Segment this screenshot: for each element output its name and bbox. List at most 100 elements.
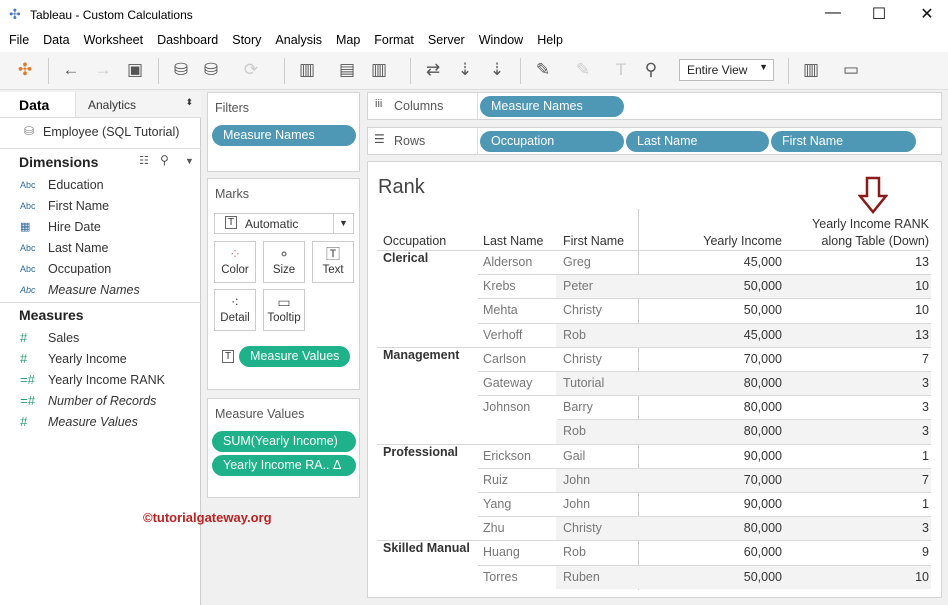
menu-bar: File Data Worksheet Dashboard Story Anal…	[0, 30, 948, 52]
field-item[interactable]: # Sales	[20, 327, 79, 348]
measures-title: Measures	[19, 307, 84, 323]
header-rank-line1: Yearly Income RANK	[812, 217, 929, 231]
pin-icon[interactable]: ⚲	[640, 60, 662, 80]
annotate-icon[interactable]: ✎	[572, 60, 594, 80]
menu-data[interactable]: Data	[43, 30, 69, 52]
presentation-mode-icon[interactable]: ▭	[840, 60, 862, 80]
measure-pill-sum-yearly-income[interactable]: SUM(Yearly Income)	[212, 431, 356, 452]
cell-occupation	[383, 512, 483, 536]
tableau-home-icon[interactable]: ✣	[14, 60, 36, 80]
rows-icon: ☰	[374, 132, 385, 146]
color-button[interactable]: ⁘ Color	[214, 241, 256, 283]
button-label: Text	[322, 264, 344, 276]
refresh-icon[interactable]: ⟳	[240, 60, 262, 80]
cell-last-name: Ruiz	[483, 472, 509, 487]
field-item[interactable]: ▦ Hire Date	[20, 216, 101, 237]
cell-occupation	[383, 319, 483, 343]
field-label: Number of Records	[48, 393, 157, 408]
menu-map[interactable]: Map	[336, 30, 360, 52]
row-pill-last-name[interactable]: Last Name	[626, 131, 769, 152]
redo-icon[interactable]: →	[92, 60, 114, 80]
cell-first-name: Rob	[563, 545, 586, 560]
field-item[interactable]: # Yearly Income	[20, 348, 127, 369]
cell-occupation	[383, 415, 483, 439]
new-worksheet-icon[interactable]: ▥	[296, 60, 318, 80]
maximize-button[interactable]: ☐	[864, 4, 894, 24]
cell-last-name: Erickson	[483, 448, 531, 463]
detail-button[interactable]: ⁖ Detail	[214, 289, 256, 331]
field-item[interactable]: Abc Measure Names	[20, 279, 140, 300]
cell-occupation	[383, 488, 483, 512]
new-datasource-icon[interactable]: ⛁	[170, 60, 192, 80]
swap-icon[interactable]: ⇄	[422, 60, 444, 80]
down-arrow-annotation-icon	[858, 176, 888, 214]
cell-last-name: Alderson	[483, 255, 533, 269]
pause-updates-icon[interactable]: ⛁	[200, 60, 222, 80]
field-item[interactable]: Abc First Name	[20, 195, 109, 216]
menu-server[interactable]: Server	[428, 30, 465, 52]
cell-occupation: Clerical	[383, 251, 429, 265]
menu-help[interactable]: Help	[537, 30, 563, 52]
measure-pill-yearly-income-rank[interactable]: Yearly Income RA.. Δ	[212, 455, 356, 476]
database-icon: ⛁	[24, 124, 35, 138]
show-me-icon[interactable]: ▥	[800, 60, 822, 80]
column-pill-measure-names[interactable]: Measure Names	[480, 96, 624, 117]
text-pill-measure-values[interactable]: Measure Values	[239, 346, 351, 367]
field-item[interactable]: =# Yearly Income RANK	[20, 369, 165, 390]
field-item[interactable]: =# Number of Records	[20, 390, 156, 411]
labels-icon[interactable]: T	[610, 60, 632, 80]
menu-file[interactable]: File	[9, 30, 29, 52]
filter-pill-measure-names[interactable]: Measure Names	[212, 125, 356, 146]
field-label: Measure Values	[48, 414, 138, 429]
clear-sheet-icon[interactable]: ▥	[368, 60, 390, 80]
field-label: Hire Date	[48, 219, 101, 234]
undo-icon[interactable]: ←	[60, 60, 82, 80]
cell-last-name: Huang	[483, 545, 520, 560]
menu-window[interactable]: Window	[479, 30, 523, 52]
field-item[interactable]: Abc Occupation	[20, 258, 111, 279]
menu-format[interactable]: Format	[374, 30, 414, 52]
tab-data[interactable]: Data	[19, 92, 49, 118]
menu-analysis[interactable]: Analysis	[275, 30, 322, 52]
sort-descending-icon[interactable]: ⇣	[486, 60, 508, 80]
size-button[interactable]: ⚬ Size	[263, 241, 305, 283]
tooltip-button[interactable]: ▭ Tooltip	[263, 289, 305, 331]
menu-story[interactable]: Story	[232, 30, 261, 52]
field-item[interactable]: # Measure Values	[20, 411, 138, 432]
cell-first-name: Ruben	[563, 569, 600, 584]
datasource-name[interactable]: Employee (SQL Tutorial)	[43, 125, 179, 139]
cell-rank: 3	[922, 521, 929, 536]
menu-worksheet[interactable]: Worksheet	[84, 30, 144, 52]
close-button[interactable]: ✕	[912, 4, 942, 24]
chevron-down-icon[interactable]: ▼	[185, 156, 194, 166]
cell-occupation	[383, 294, 483, 318]
minimize-button[interactable]: —	[818, 4, 848, 24]
row-pill-first-name[interactable]: First Name	[771, 131, 916, 152]
cell-rank: 3	[922, 400, 929, 415]
highlight-icon[interactable]: ✎	[532, 60, 554, 80]
string-type-icon: Abc	[20, 242, 36, 253]
cell-occupation	[383, 561, 483, 585]
list-view-icon[interactable]: ☷	[139, 154, 149, 167]
tooltip-icon: ▭	[277, 294, 291, 310]
sort-arrows-icon: ⬍	[185, 97, 193, 107]
cell-yearly-income: 60,000	[743, 545, 782, 560]
tab-analytics[interactable]: Analytics ⬍	[75, 92, 201, 118]
text-button[interactable]: 🅃 Text	[312, 241, 354, 283]
duplicate-sheet-icon[interactable]: ▤	[336, 60, 358, 80]
field-item[interactable]: Abc Last Name	[20, 237, 108, 258]
search-icon[interactable]: ⚲	[160, 153, 169, 167]
string-type-icon: Abc	[20, 263, 36, 274]
menu-dashboard[interactable]: Dashboard	[157, 30, 218, 52]
fit-dropdown[interactable]: Entire View ▼	[679, 59, 774, 81]
sort-ascending-icon[interactable]: ⇣	[454, 60, 476, 80]
field-item[interactable]: Abc Education	[20, 174, 104, 195]
mark-type-dropdown[interactable]: T Automatic ▼	[214, 213, 354, 234]
button-label: Color	[221, 264, 249, 276]
button-label: Size	[272, 264, 296, 276]
cell-last-name: Mehta	[483, 303, 518, 318]
field-label: Sales	[48, 330, 80, 345]
save-icon[interactable]: ▣	[124, 60, 146, 80]
row-pill-occupation[interactable]: Occupation	[480, 131, 624, 152]
cell-first-name: Christy	[563, 351, 602, 366]
